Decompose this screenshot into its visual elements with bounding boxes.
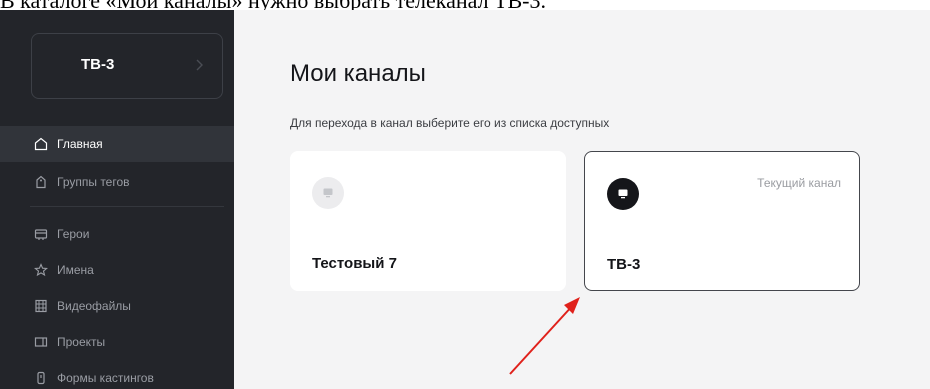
channel-avatar	[607, 178, 639, 210]
monitor-icon	[618, 189, 628, 199]
channel-switcher[interactable]: ТВ-3	[31, 33, 223, 99]
sidebar: ТВ-3 Главная Группы тегов Герои Имена Ви…	[0, 10, 234, 389]
sidebar-item-label: Герои	[57, 227, 90, 241]
channel-card[interactable]: Тестовый 7	[290, 151, 566, 291]
channel-card-title: ТВ-3	[607, 256, 641, 273]
channel-card-title: Тестовый 7	[312, 255, 397, 272]
document-caption: В каталоге «Мои каналы» нужно выбрать те…	[0, 0, 930, 10]
home-icon	[33, 136, 49, 152]
page-subtitle: Для перехода в канал выберите его из спи…	[290, 116, 610, 130]
sidebar-item-videofiles[interactable]: Видеофайлы	[0, 288, 234, 324]
current-channel-name: ТВ-3	[81, 56, 115, 73]
page-title: Мои каналы	[290, 60, 426, 87]
chevron-right-icon	[196, 59, 203, 71]
channel-card-current[interactable]: Текущий канал ТВ-3	[584, 151, 860, 291]
sidebar-item-label: Проекты	[57, 335, 106, 349]
projects-icon	[33, 334, 49, 350]
casting-form-icon	[33, 370, 49, 386]
current-channel-badge: Текущий канал	[757, 176, 841, 190]
film-icon	[33, 298, 49, 314]
sidebar-item-home[interactable]: Главная	[0, 126, 234, 162]
sidebar-item-label: Группы тегов	[57, 175, 130, 189]
sidebar-item-names[interactable]: Имена	[0, 252, 234, 288]
channel-avatar	[312, 177, 344, 209]
sidebar-item-projects[interactable]: Проекты	[0, 324, 234, 360]
sidebar-item-label: Главная	[57, 137, 103, 151]
annotation-arrow-icon	[509, 297, 580, 375]
sidebar-divider	[30, 206, 224, 207]
star-icon	[33, 262, 49, 278]
tag-icon	[33, 174, 49, 190]
sidebar-item-label: Имена	[57, 263, 94, 277]
monitor-icon	[323, 188, 333, 198]
sidebar-item-tag-groups[interactable]: Группы тегов	[0, 164, 234, 200]
heroes-icon	[33, 226, 49, 242]
sidebar-item-casting-forms[interactable]: Формы кастингов	[0, 360, 234, 389]
sidebar-item-heroes[interactable]: Герои	[0, 216, 234, 252]
sidebar-item-label: Формы кастингов	[57, 371, 154, 385]
sidebar-item-label: Видеофайлы	[57, 299, 131, 313]
